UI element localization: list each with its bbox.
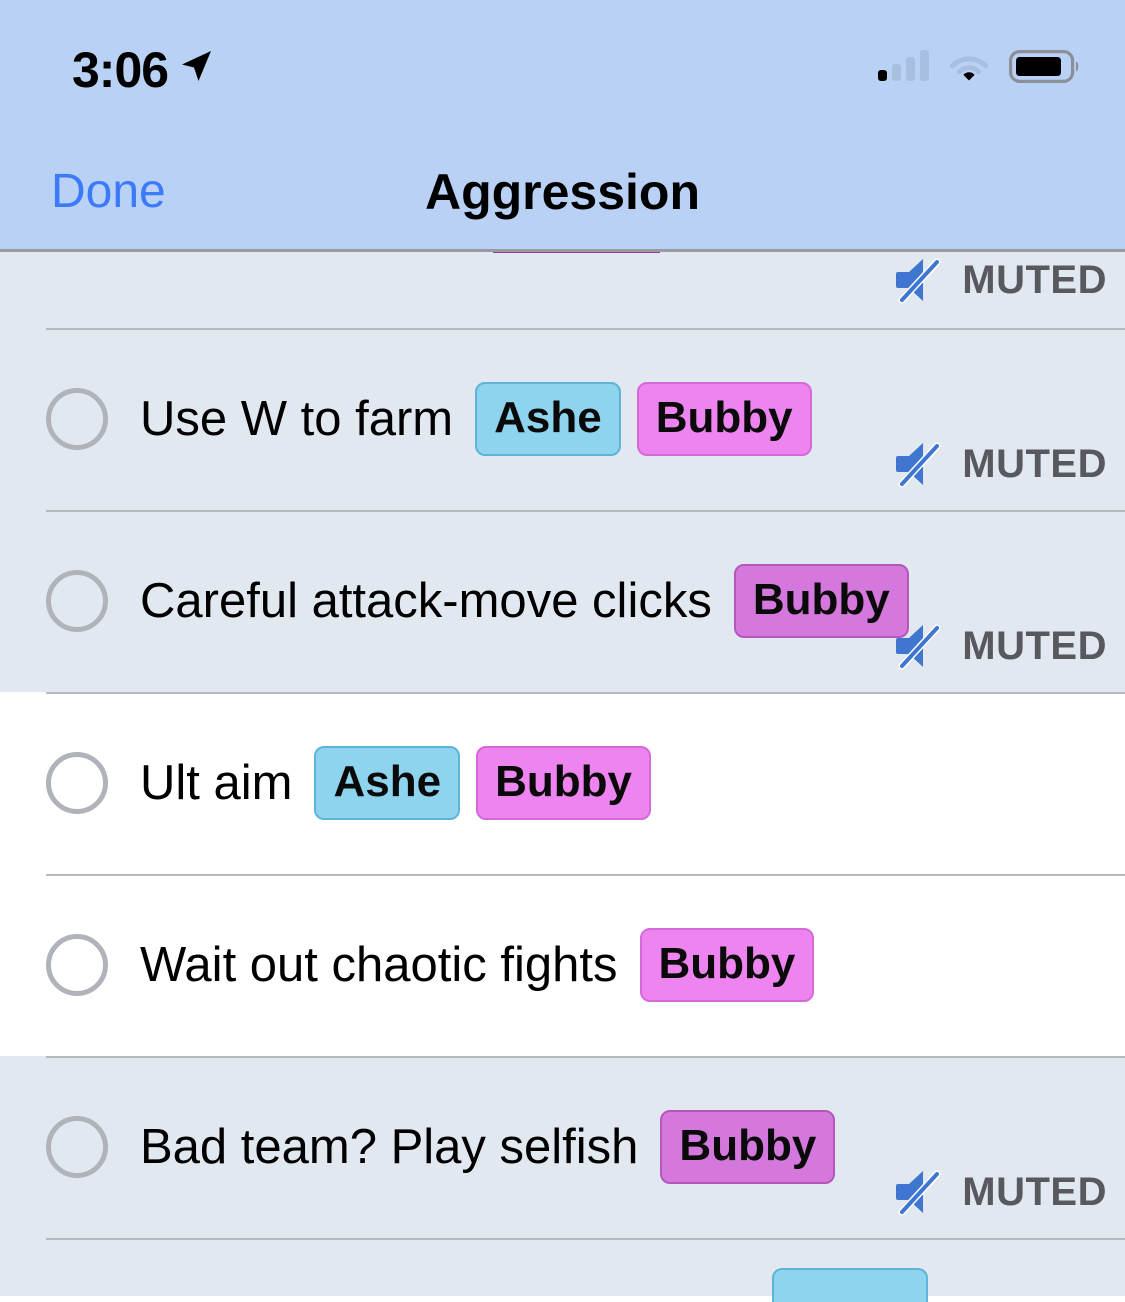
row-label: Wait out chaotic fights xyxy=(140,938,618,992)
location-arrow-icon xyxy=(182,51,211,81)
row-tags: Ashe Bubby xyxy=(314,746,651,820)
row-tags: Bubby xyxy=(733,564,909,638)
checklist-row[interactable]: Bad team? Play selfish Bubby MUTED xyxy=(0,1056,1125,1238)
phone-screen: 3:06 Done Aggression MUTED Use W to farm… xyxy=(0,0,1125,1302)
app-header: 3:06 Done Aggression xyxy=(0,0,1125,252)
checklist-row[interactable]: Ult aim Ashe Bubby xyxy=(0,692,1125,874)
tag-bubby[interactable]: Bubby xyxy=(733,564,909,638)
row-separator xyxy=(46,1056,1125,1058)
row-tags: Bubby xyxy=(660,1110,836,1184)
status-bar: 3:06 xyxy=(0,0,1125,120)
row-checkbox[interactable] xyxy=(46,388,108,450)
muted-badge-label: MUTED xyxy=(962,1170,1107,1214)
muted-badge: MUTED xyxy=(893,438,1107,490)
status-bar-time: 3:06 xyxy=(72,42,169,98)
row-label: Use W to farm xyxy=(140,392,454,446)
row-separator xyxy=(46,510,1125,512)
clipped-tag xyxy=(493,252,660,253)
checklist-row[interactable]: Careful attack-move clicks Bubby MUTED xyxy=(0,510,1125,692)
row-checkbox[interactable] xyxy=(46,1116,108,1178)
page-title: Aggression xyxy=(424,164,701,220)
row-label: Bad team? Play selfish xyxy=(140,1120,639,1174)
tag-ashe[interactable]: Ashe xyxy=(314,746,461,820)
checklist-row-partial[interactable] xyxy=(0,1238,1125,1302)
clipped-tag xyxy=(772,1268,928,1302)
checklist-row[interactable]: Wait out chaotic fights Bubby xyxy=(0,874,1125,1056)
checklist-row[interactable]: Use W to farm Ashe Bubby MUTED xyxy=(0,328,1125,510)
row-label: Careful attack-move clicks xyxy=(140,574,712,628)
checklist[interactable]: MUTED Use W to farm Ashe Bubby MUTED Careful … xyxy=(0,252,1125,1302)
row-checkbox[interactable] xyxy=(46,934,108,996)
speaker-muted-icon xyxy=(896,624,941,670)
tag-bubby[interactable]: Bubby xyxy=(660,1110,836,1184)
tag-bubby[interactable]: Bubby xyxy=(476,746,651,820)
muted-badge: MUTED xyxy=(893,254,1107,306)
speaker-muted-icon xyxy=(896,442,941,488)
muted-badge-label: MUTED xyxy=(962,442,1107,486)
status-bar-indicators xyxy=(878,44,1081,88)
tag-bubby[interactable]: Bubby xyxy=(639,928,815,1002)
checklist-row-partial[interactable]: MUTED xyxy=(0,252,1125,328)
speaker-muted-icon xyxy=(896,1170,941,1216)
row-checkbox[interactable] xyxy=(46,752,108,814)
speaker-muted-icon xyxy=(896,258,941,304)
muted-badge: MUTED xyxy=(893,1166,1107,1218)
row-tags: Ashe Bubby xyxy=(475,382,812,456)
row-separator xyxy=(46,874,1125,876)
row-separator xyxy=(46,328,1125,330)
row-label: Ult aim xyxy=(140,756,293,810)
row-separator xyxy=(46,1238,1125,1240)
cellular-signal-icon xyxy=(878,50,929,81)
row-content: Wait out chaotic fights Bubby xyxy=(0,874,1125,1056)
row-checkbox[interactable] xyxy=(46,570,108,632)
row-content: Ult aim Ashe Bubby xyxy=(0,692,1125,874)
navigation-bar: Done Aggression xyxy=(0,120,1125,249)
wifi-icon xyxy=(949,56,989,81)
row-separator xyxy=(46,692,1125,694)
tag-bubby[interactable]: Bubby xyxy=(636,382,812,456)
tag-ashe[interactable]: Ashe xyxy=(475,382,621,456)
muted-badge-label: MUTED xyxy=(962,624,1107,668)
battery-icon xyxy=(1009,49,1079,83)
muted-badge: MUTED xyxy=(893,620,1107,672)
row-tags: Bubby xyxy=(639,928,815,1002)
muted-badge-label: MUTED xyxy=(962,258,1107,302)
